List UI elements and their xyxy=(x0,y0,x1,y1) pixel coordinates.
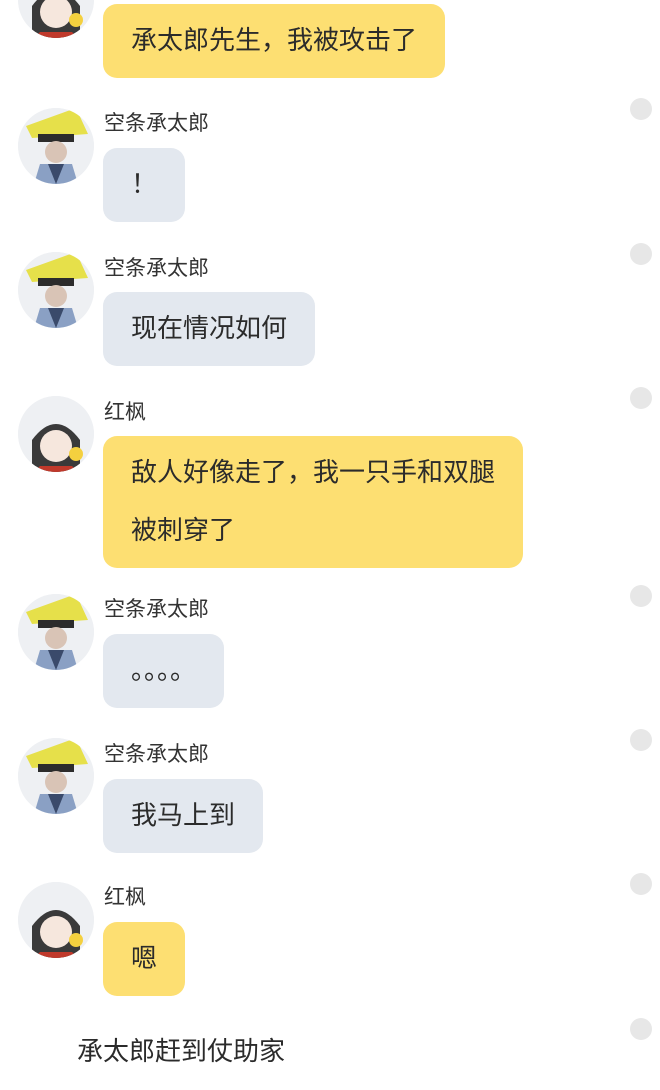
status-dot xyxy=(630,873,652,895)
sender-name: 空条承太郎 xyxy=(104,111,209,135)
message-text: 。。。。 xyxy=(131,656,197,686)
status-dot xyxy=(630,243,652,265)
message-text: 嗯 xyxy=(131,944,158,974)
jotaro-avatar[interactable] xyxy=(18,738,94,814)
message-bubble[interactable]: 现在情况如何 xyxy=(103,292,316,366)
jotaro-avatar[interactable] xyxy=(18,594,94,670)
message-bubble[interactable]: 。。。。 xyxy=(103,634,225,708)
status-dot xyxy=(630,729,652,751)
message-bubble[interactable]: ！ xyxy=(103,148,186,222)
status-dot xyxy=(630,585,652,607)
sender-name: 空条承太郎 xyxy=(104,742,209,766)
jotaro-avatar[interactable] xyxy=(18,108,94,184)
message-text: 承太郎先生，我被攻击了 xyxy=(131,26,418,56)
message-bubble[interactable]: 承太郎先生，我被攻击了 xyxy=(103,4,446,78)
kouhou-avatar[interactable] xyxy=(18,882,94,958)
sender-name: 红枫 xyxy=(104,400,146,424)
message-text-line: 敌人好像走了，我一只手和双腿 xyxy=(131,458,496,488)
message-bubble[interactable]: 我马上到 xyxy=(103,779,264,853)
status-dot xyxy=(630,1018,652,1040)
kouhou-avatar[interactable] xyxy=(18,396,94,472)
chat-view[interactable]: 承太郎先生，我被攻击了 空条承太郎 ！ 空条承太郎 现在情况如何 红枫 敌人好像… xyxy=(0,0,660,1090)
message-bubble[interactable]: 嗯 xyxy=(103,922,186,996)
jotaro-avatar[interactable] xyxy=(18,252,94,328)
message-text-line: 被刺穿了 xyxy=(131,516,236,546)
status-dot xyxy=(630,387,652,409)
kouhou-avatar[interactable] xyxy=(18,0,94,38)
narration-text: 承太郎赶到仗助家 xyxy=(77,1037,286,1067)
message-bubble[interactable]: 敌人好像走了，我一只手和双腿 被刺穿了 xyxy=(103,436,524,568)
message-text: 现在情况如何 xyxy=(131,314,288,344)
sender-name: 红枫 xyxy=(104,885,146,909)
sender-name: 空条承太郎 xyxy=(104,597,209,621)
sender-name: 空条承太郎 xyxy=(104,256,209,280)
message-text: ！ xyxy=(131,170,158,200)
status-dot xyxy=(630,98,652,120)
message-text: 我马上到 xyxy=(131,801,236,831)
